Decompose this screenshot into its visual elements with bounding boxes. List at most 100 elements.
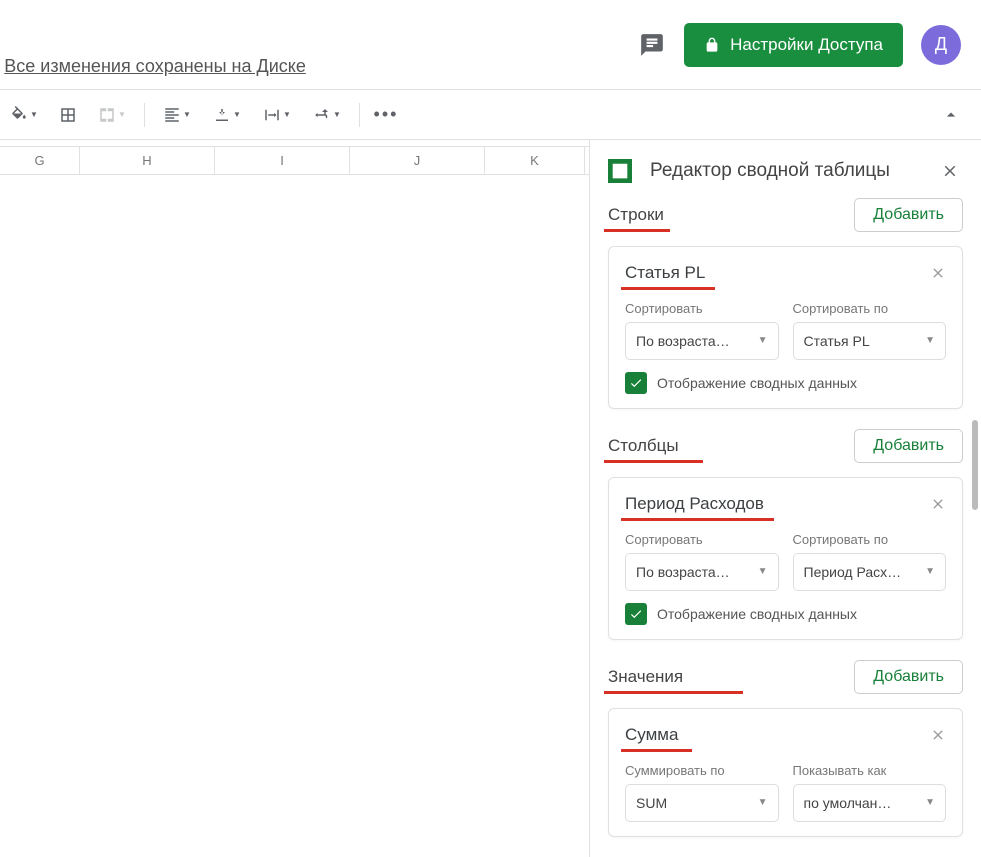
check-icon bbox=[629, 607, 643, 621]
summarize-by-field: Суммировать по SUM ▼ bbox=[625, 763, 779, 822]
values-section-label: Значения bbox=[608, 667, 683, 686]
pivot-editor-panel: Редактор сводной таблицы Строки Добавить… bbox=[589, 140, 981, 857]
panel-header: Редактор сводной таблицы bbox=[590, 140, 981, 198]
check-icon bbox=[629, 376, 643, 390]
saved-status-link[interactable]: Все изменения сохранены на Диске bbox=[4, 56, 306, 77]
col-header[interactable]: H bbox=[80, 147, 215, 174]
columns-section: Столбцы Добавить Период Расходов bbox=[590, 429, 981, 660]
sort-order-select[interactable]: По возраста… ▼ bbox=[625, 553, 779, 591]
column-field-name-label: Период Расходов bbox=[625, 494, 764, 513]
show-as-select[interactable]: по умолчан… ▼ bbox=[793, 784, 947, 822]
rows-section-title: Строки bbox=[608, 205, 664, 225]
remove-column-field-button[interactable] bbox=[930, 496, 946, 512]
annotation-underline bbox=[604, 691, 743, 694]
borders-button[interactable] bbox=[50, 97, 86, 133]
annotation-underline bbox=[621, 287, 715, 290]
row-field-card: Статья PL Сортировать По возраста… ▼ bbox=[608, 246, 963, 409]
sheets-icon bbox=[608, 159, 632, 183]
row-field-name-label: Статья PL bbox=[625, 263, 705, 282]
avatar[interactable]: Д bbox=[921, 25, 961, 65]
show-totals-row[interactable]: Отображение сводных данных bbox=[625, 372, 946, 394]
chevron-down-icon: ▼ bbox=[233, 110, 241, 119]
sort-by-value: Статья PL bbox=[804, 333, 870, 349]
sort-by-label: Сортировать по bbox=[793, 532, 947, 547]
show-totals-label: Отображение сводных данных bbox=[657, 375, 857, 391]
chevron-down-icon: ▼ bbox=[925, 797, 935, 808]
main-area: G H I J K Редактор сводной таблицы Строк… bbox=[0, 140, 981, 857]
chevron-down-icon: ▼ bbox=[925, 566, 935, 577]
share-button[interactable]: Настройки Доступа bbox=[684, 23, 903, 67]
chevron-down-icon: ▼ bbox=[925, 335, 935, 346]
add-row-field-button[interactable]: Добавить bbox=[854, 198, 963, 232]
chevron-down-icon: ▼ bbox=[333, 110, 341, 119]
value-field-card: Сумма Суммировать по SUM ▼ bbox=[608, 708, 963, 837]
sort-order-field: Сортировать По возраста… ▼ bbox=[625, 301, 779, 360]
sort-by-field: Сортировать по Статья PL ▼ bbox=[793, 301, 947, 360]
chevron-down-icon: ▼ bbox=[283, 110, 291, 119]
sort-by-select[interactable]: Статья PL ▼ bbox=[793, 322, 947, 360]
more-button[interactable]: ••• bbox=[368, 97, 404, 133]
summarize-by-select[interactable]: SUM ▼ bbox=[625, 784, 779, 822]
chevron-down-icon: ▼ bbox=[758, 797, 768, 808]
annotation-underline bbox=[604, 460, 703, 463]
show-as-field: Показывать как по умолчан… ▼ bbox=[793, 763, 947, 822]
value-field-name: Сумма bbox=[625, 725, 678, 745]
col-header[interactable]: J bbox=[350, 147, 485, 174]
show-totals-row[interactable]: Отображение сводных данных bbox=[625, 603, 946, 625]
show-totals-label: Отображение сводных данных bbox=[657, 606, 857, 622]
vertical-align-button[interactable]: ▼ bbox=[203, 97, 251, 133]
header-right: Настройки Доступа Д bbox=[638, 23, 961, 67]
show-as-label: Показывать как bbox=[793, 763, 947, 778]
chevron-down-icon: ▼ bbox=[118, 110, 126, 119]
remove-row-field-button[interactable] bbox=[930, 265, 946, 281]
sort-by-select[interactable]: Период Расх… ▼ bbox=[793, 553, 947, 591]
chevron-down-icon: ▼ bbox=[758, 335, 768, 346]
columns-section-label: Столбцы bbox=[608, 436, 679, 455]
section-head: Строки Добавить bbox=[608, 198, 963, 232]
close-panel-button[interactable] bbox=[941, 162, 959, 180]
add-column-field-button[interactable]: Добавить bbox=[854, 429, 963, 463]
col-header[interactable]: I bbox=[215, 147, 350, 174]
show-totals-checkbox[interactable] bbox=[625, 603, 647, 625]
lock-icon bbox=[704, 37, 720, 53]
text-wrap-button[interactable]: ▼ bbox=[253, 97, 301, 133]
fill-color-button[interactable]: ▼ bbox=[0, 97, 48, 133]
show-totals-checkbox[interactable] bbox=[625, 372, 647, 394]
chevron-down-icon: ▼ bbox=[30, 110, 38, 119]
horizontal-align-button[interactable]: ▼ bbox=[153, 97, 201, 133]
remove-value-field-button[interactable] bbox=[930, 727, 946, 743]
rows-section-label: Строки bbox=[608, 205, 664, 224]
column-field-name: Период Расходов bbox=[625, 494, 764, 514]
col-header[interactable]: K bbox=[485, 147, 585, 174]
summarize-by-label: Суммировать по bbox=[625, 763, 779, 778]
annotation-underline bbox=[621, 749, 692, 752]
sort-order-label: Сортировать bbox=[625, 532, 779, 547]
show-as-value: по умолчан… bbox=[804, 795, 892, 811]
collapse-toolbar-button[interactable] bbox=[933, 97, 969, 133]
values-section: Значения Добавить Сумма Су bbox=[590, 660, 981, 857]
chevron-down-icon: ▼ bbox=[758, 566, 768, 577]
app-header: ка Все изменения сохранены на Диске Наст… bbox=[0, 0, 981, 90]
scrollbar-thumb[interactable] bbox=[972, 420, 978, 510]
panel-title: Редактор сводной таблицы bbox=[650, 158, 923, 184]
comments-icon[interactable] bbox=[638, 31, 666, 59]
summarize-by-value: SUM bbox=[636, 795, 667, 811]
sort-order-label: Сортировать bbox=[625, 301, 779, 316]
separator bbox=[359, 103, 360, 127]
chevron-down-icon: ▼ bbox=[183, 110, 191, 119]
sort-by-value: Период Расх… bbox=[804, 564, 902, 580]
sort-order-value: По возраста… bbox=[636, 564, 730, 580]
sort-by-label: Сортировать по bbox=[793, 301, 947, 316]
sheet-area[interactable]: G H I J K bbox=[0, 140, 589, 857]
sort-order-select[interactable]: По возраста… ▼ bbox=[625, 322, 779, 360]
text-rotation-button[interactable]: ▼ bbox=[303, 97, 351, 133]
add-value-field-button[interactable]: Добавить bbox=[854, 660, 963, 694]
sort-by-field: Сортировать по Период Расх… ▼ bbox=[793, 532, 947, 591]
merge-cells-button[interactable]: ▼ bbox=[88, 97, 136, 133]
share-button-label: Настройки Доступа bbox=[730, 35, 883, 55]
section-head: Значения Добавить bbox=[608, 660, 963, 694]
annotation-underline bbox=[604, 229, 670, 232]
separator bbox=[144, 103, 145, 127]
col-header[interactable]: G bbox=[0, 147, 80, 174]
row-field-name: Статья PL bbox=[625, 263, 705, 283]
